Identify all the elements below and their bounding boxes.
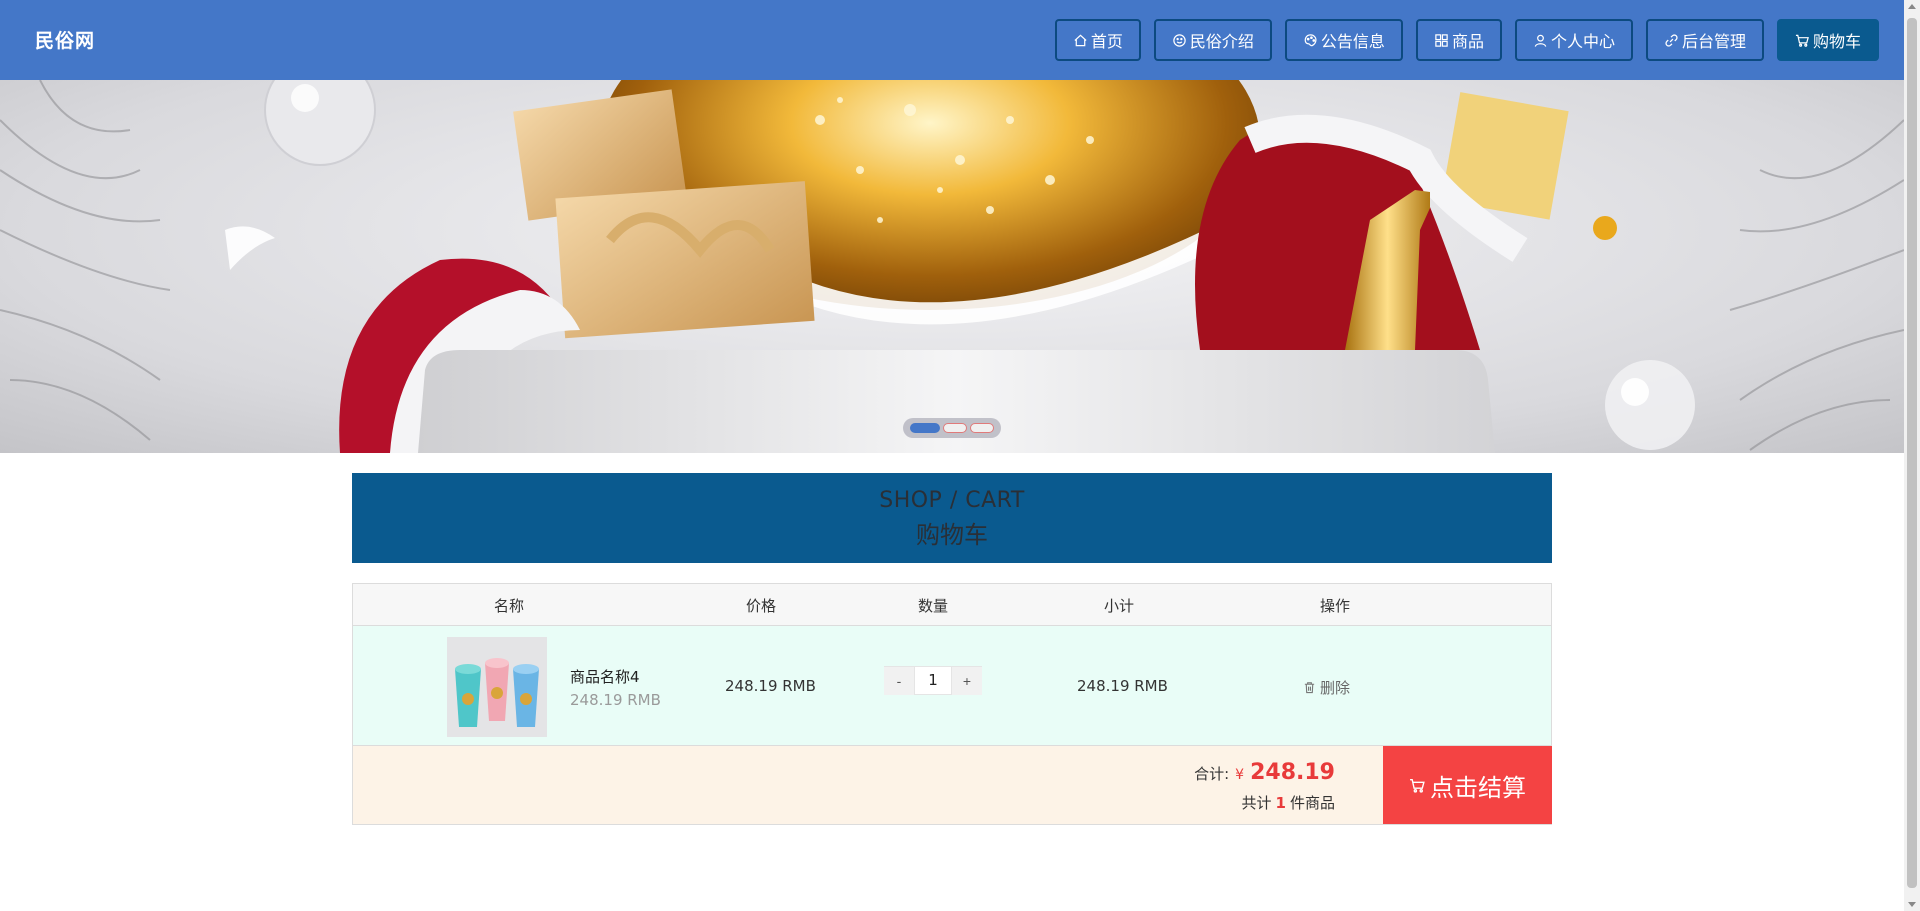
nav-notice-button[interactable]: 公告信息 bbox=[1284, 19, 1403, 61]
nav-notice-label: 公告信息 bbox=[1320, 34, 1385, 51]
cart-item-row: 商品名称4 248.19 RMB 248.19 RMB - 1 + 248.19… bbox=[353, 626, 1551, 746]
nav-admin-label: 后台管理 bbox=[1681, 34, 1746, 51]
christmas-banner-image bbox=[0, 80, 1904, 453]
nav-profile-label: 个人中心 bbox=[1550, 34, 1615, 51]
palette-icon bbox=[1304, 33, 1317, 46]
home-icon bbox=[1074, 34, 1087, 46]
nav-profile-button[interactable]: 个人中心 bbox=[1514, 19, 1633, 61]
qty-input[interactable]: 1 bbox=[914, 667, 952, 695]
total-label: 合计: bbox=[1194, 765, 1230, 783]
col-qty-header: 数量 bbox=[917, 597, 949, 615]
grid-icon bbox=[1435, 33, 1448, 47]
product-name-link[interactable]: 商品名称4 bbox=[570, 666, 640, 687]
smile-icon bbox=[1173, 33, 1186, 47]
count-prefix: 共计 bbox=[1241, 794, 1272, 812]
item-subtotal: 248.19 RMB bbox=[1077, 677, 1168, 695]
carousel-indicators bbox=[903, 418, 1001, 438]
main-nav: 首页 民俗介绍 公告信息 商品 个人中心 后台管理 购物车 bbox=[1054, 19, 1879, 61]
nav-home-button[interactable]: 首页 bbox=[1054, 19, 1141, 61]
nav-products-button[interactable]: 商品 bbox=[1415, 19, 1502, 61]
nav-home-label: 首页 bbox=[1090, 34, 1123, 51]
link-icon bbox=[1665, 33, 1678, 47]
scroll-down-arrow[interactable] bbox=[1908, 902, 1916, 907]
product-thumbnail[interactable] bbox=[447, 637, 547, 737]
carousel-dot-1[interactable] bbox=[910, 423, 940, 433]
nav-folk-intro-button[interactable]: 民俗介绍 bbox=[1153, 19, 1272, 61]
scroll-up-arrow[interactable] bbox=[1908, 4, 1916, 9]
cart-summary: 合计: ¥ 248.19 共计 1 件商品 点击结算 bbox=[353, 746, 1552, 824]
product-unit-price: 248.19 RMB bbox=[570, 691, 661, 709]
delete-label: 删除 bbox=[1320, 679, 1351, 697]
cart-table: 名称 价格 数量 小计 操作 商品名称4 248.19 RMB 248.19 R… bbox=[352, 583, 1552, 825]
cart-icon bbox=[1795, 34, 1809, 47]
cart-icon bbox=[1410, 778, 1425, 793]
item-price: 248.19 RMB bbox=[725, 677, 816, 695]
hero-carousel[interactable] bbox=[0, 80, 1904, 453]
count-suffix: 件商品 bbox=[1289, 794, 1335, 812]
scroll-thumb[interactable] bbox=[1907, 18, 1917, 888]
checkout-button[interactable]: 点击结算 bbox=[1383, 746, 1552, 824]
checkout-label: 点击结算 bbox=[1430, 774, 1526, 802]
total-amount: 248.19 bbox=[1250, 760, 1335, 785]
cart-total: 合计: ¥ 248.19 bbox=[1194, 760, 1335, 785]
col-action-header: 操作 bbox=[1319, 597, 1351, 615]
nav-cart-button[interactable]: 购物车 bbox=[1776, 19, 1879, 61]
section-title-en: SHOP / CART bbox=[879, 488, 1025, 513]
quantity-stepper: - 1 + bbox=[884, 666, 982, 695]
nav-admin-button[interactable]: 后台管理 bbox=[1645, 19, 1764, 61]
nav-cart-label: 购物车 bbox=[1812, 34, 1861, 51]
section-title-cn: 购物车 bbox=[916, 521, 988, 549]
carousel-dot-3[interactable] bbox=[970, 423, 994, 433]
trash-icon bbox=[1304, 682, 1315, 694]
nav-folk-intro-label: 民俗介绍 bbox=[1189, 34, 1254, 51]
currency-symbol: ¥ bbox=[1235, 767, 1245, 783]
col-name-header: 名称 bbox=[493, 597, 525, 615]
user-icon bbox=[1534, 34, 1547, 47]
carousel-dot-2[interactable] bbox=[943, 423, 967, 433]
col-price-header: 价格 bbox=[745, 597, 777, 615]
cart-section-title: SHOP / CART 购物车 bbox=[352, 473, 1552, 563]
nav-products-label: 商品 bbox=[1451, 34, 1484, 51]
site-brand[interactable]: 民俗网 bbox=[35, 26, 95, 53]
cart-table-header: 名称 价格 数量 小计 操作 bbox=[353, 584, 1551, 626]
count-number: 1 bbox=[1275, 794, 1286, 812]
qty-decrease-button[interactable]: - bbox=[884, 667, 914, 695]
qty-increase-button[interactable]: + bbox=[952, 667, 982, 695]
top-navbar: 民俗网 首页 民俗介绍 公告信息 商品 个人中心 后台管理 购物车 bbox=[0, 0, 1904, 80]
col-subtotal-header: 小计 bbox=[1103, 597, 1135, 615]
item-count: 共计 1 件商品 bbox=[1242, 792, 1335, 813]
page-scrollbar[interactable] bbox=[1904, 0, 1920, 911]
delete-item-button[interactable]: 删除 bbox=[1303, 677, 1350, 698]
cups-product-image bbox=[447, 637, 547, 737]
